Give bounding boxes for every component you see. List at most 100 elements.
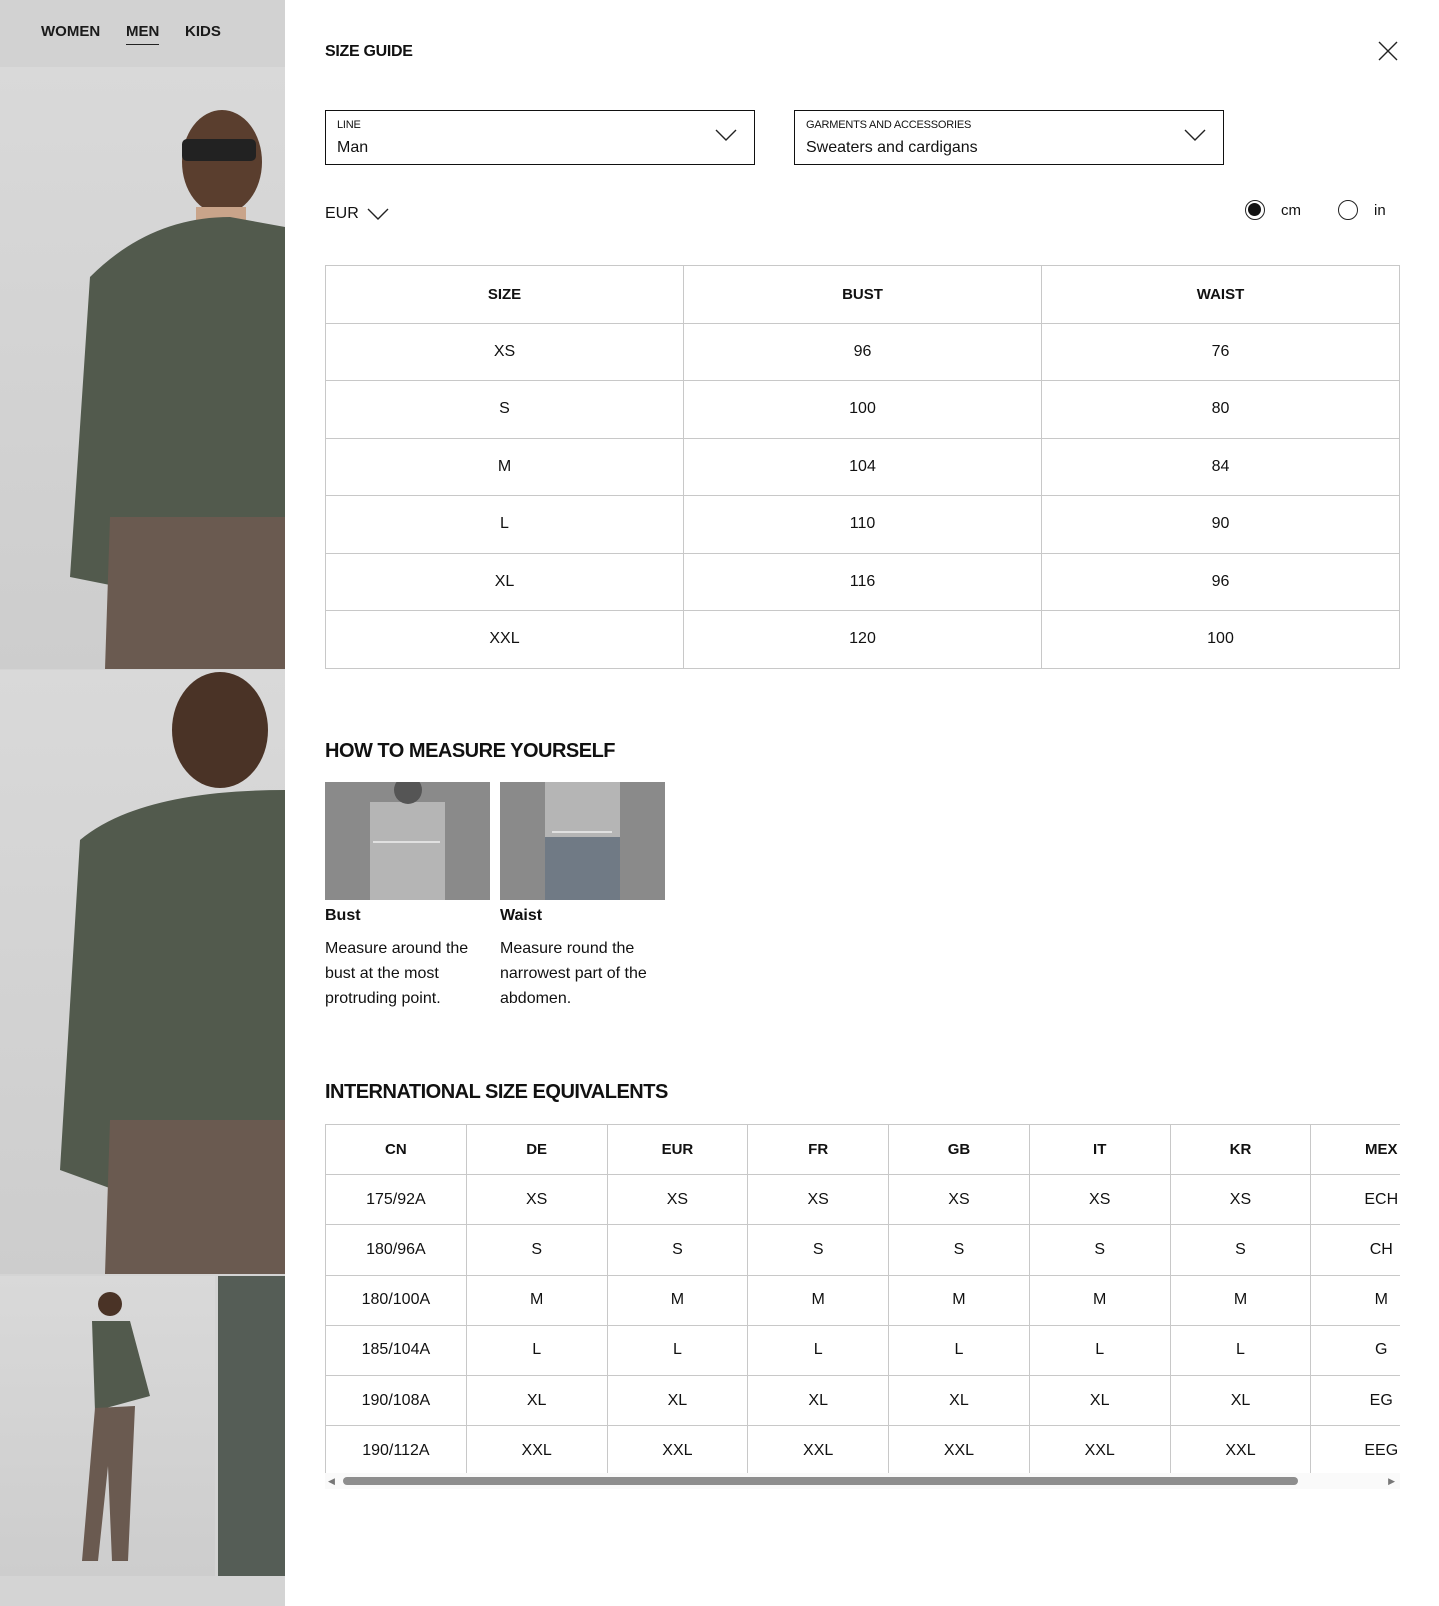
table-cell: S xyxy=(1028,1224,1171,1276)
table-row: 180/100A M M M M M M M xyxy=(325,1274,1400,1326)
product-image-panel: WOMEN MEN KIDS xyxy=(0,0,285,1606)
table-row: 180/96A S S S S S S CH xyxy=(325,1224,1400,1276)
chevron-down-icon xyxy=(715,129,737,141)
table-cell: 110 xyxy=(683,495,1042,554)
table-cell: XXL xyxy=(888,1425,1030,1477)
col-header: GB xyxy=(888,1124,1030,1176)
table-row: XXL 120 100 xyxy=(325,610,1400,669)
col-header: DE xyxy=(465,1124,608,1176)
table-row: S 100 80 xyxy=(325,380,1400,439)
line-select-value: Man xyxy=(337,139,369,156)
table-cell: 175/92A xyxy=(325,1174,467,1226)
garment-select-value: Sweaters and cardigans xyxy=(806,139,978,156)
scrollbar-thumb[interactable] xyxy=(343,1477,1298,1485)
chevron-down-icon xyxy=(1184,129,1206,141)
table-row: 190/108A XL XL XL XL XL XL EG xyxy=(325,1374,1400,1427)
table-row: L 110 90 xyxy=(325,495,1400,554)
table-cell: XL xyxy=(888,1374,1030,1427)
table-cell: XL xyxy=(606,1374,749,1427)
table-cell: M xyxy=(1028,1274,1171,1326)
garment-select[interactable]: GARMENTS AND ACCESSORIES Sweaters and ca… xyxy=(794,110,1224,165)
scroll-left-icon[interactable]: ◀ xyxy=(328,1476,335,1487)
nav-women[interactable]: WOMEN xyxy=(41,23,100,40)
table-cell: EG xyxy=(1310,1374,1400,1427)
nav-men[interactable]: MEN xyxy=(126,23,160,45)
line-select[interactable]: LINE Man xyxy=(325,110,755,165)
col-header: CN xyxy=(325,1124,467,1176)
table-cell: 190/108A xyxy=(325,1374,467,1427)
table-cell: XL xyxy=(325,552,684,611)
table-row: 190/112A XXL XXL XXL XXL XXL XXL EEG xyxy=(325,1425,1400,1477)
table-cell: S xyxy=(465,1224,608,1276)
table-cell: XS xyxy=(1169,1174,1312,1226)
table-row: XL 116 96 xyxy=(325,552,1400,611)
table-cell: XS xyxy=(606,1174,749,1226)
table-cell: 96 xyxy=(683,322,1042,381)
col-header: KR xyxy=(1169,1124,1312,1176)
table-cell: M xyxy=(1310,1274,1400,1326)
table-cell: 80 xyxy=(1041,380,1400,439)
table-cell: L xyxy=(747,1324,890,1376)
col-header: EUR xyxy=(606,1124,749,1176)
col-header: IT xyxy=(1028,1124,1171,1176)
waist-text: Measure round the narrowest part of the … xyxy=(500,940,647,1007)
nav-kids[interactable]: KIDS xyxy=(185,23,221,40)
unit-radio-in[interactable]: in xyxy=(1338,200,1386,220)
product-photo-back xyxy=(0,670,285,1274)
page-title: SIZE GUIDE xyxy=(325,43,413,60)
table-row: 185/104A L L L L L L G xyxy=(325,1324,1400,1376)
table-cell: 120 xyxy=(683,610,1042,669)
close-icon[interactable] xyxy=(1376,39,1400,63)
waist-title: Waist xyxy=(500,907,543,924)
table-cell: XXL xyxy=(747,1425,890,1477)
table-cell: XS xyxy=(747,1174,890,1226)
garment-select-label: GARMENTS AND ACCESSORIES xyxy=(806,119,972,131)
unit-radio-cm[interactable]: cm xyxy=(1245,200,1301,220)
intl-table-scroll[interactable]: CN DE EUR FR GB IT KR MEX 175/92A XS XS XS XS XS XS EC… xyxy=(325,1124,1400,1477)
chevron-down-icon xyxy=(367,208,389,220)
table-row: M 104 84 xyxy=(325,437,1400,496)
table-cell: L xyxy=(465,1324,608,1376)
table-cell: XL xyxy=(1028,1374,1171,1427)
product-photo-texture xyxy=(218,1276,285,1576)
radio-selected-icon xyxy=(1245,200,1265,220)
table-cell: 104 xyxy=(683,437,1042,496)
gender-nav: WOMEN MEN KIDS xyxy=(0,0,285,67)
table-cell: S xyxy=(1169,1224,1312,1276)
measure-heading: HOW TO MEASURE YOURSELF xyxy=(325,740,616,762)
scroll-right-icon[interactable]: ▶ xyxy=(1388,1476,1395,1487)
table-cell: XL xyxy=(1169,1374,1312,1427)
table-cell: S xyxy=(606,1224,749,1276)
table-cell: XS xyxy=(465,1174,608,1226)
unit-cm-label: cm xyxy=(1281,201,1301,219)
table-cell: XXL xyxy=(606,1425,749,1477)
table-cell: 180/96A xyxy=(325,1224,467,1276)
table-cell: XXL xyxy=(1028,1425,1171,1477)
currency-dropdown[interactable]: EUR xyxy=(325,205,389,223)
bust-measure-image xyxy=(325,782,490,900)
table-cell: XXL xyxy=(1169,1425,1312,1477)
table-cell: 190/112A xyxy=(325,1425,467,1477)
col-header: MEX xyxy=(1310,1124,1400,1176)
product-photo-full xyxy=(0,1276,215,1576)
col-header: FR xyxy=(747,1124,890,1176)
table-cell: M xyxy=(465,1274,608,1326)
horizontal-scrollbar[interactable]: ◀ ▶ xyxy=(325,1473,1400,1489)
table-cell: S xyxy=(325,380,684,439)
table-cell: XS xyxy=(325,322,684,381)
currency-value: EUR xyxy=(325,205,359,222)
table-cell: M xyxy=(325,437,684,496)
table-cell: L xyxy=(1028,1324,1171,1376)
table-cell: L xyxy=(606,1324,749,1376)
table-cell: XL xyxy=(465,1374,608,1427)
bust-text: Measure around the bust at the most prot… xyxy=(325,940,469,1007)
col-header: SIZE xyxy=(325,265,684,324)
table-cell: S xyxy=(747,1224,890,1276)
table-cell: L xyxy=(888,1324,1030,1376)
product-photo-front xyxy=(0,67,285,669)
table-row: 175/92A XS XS XS XS XS XS ECH xyxy=(325,1174,1400,1226)
table-cell: EEG xyxy=(1310,1425,1400,1477)
table-cell: M xyxy=(888,1274,1030,1326)
intl-heading: INTERNATIONAL SIZE EQUIVALENTS xyxy=(325,1081,668,1103)
table-cell: XS xyxy=(888,1174,1030,1226)
